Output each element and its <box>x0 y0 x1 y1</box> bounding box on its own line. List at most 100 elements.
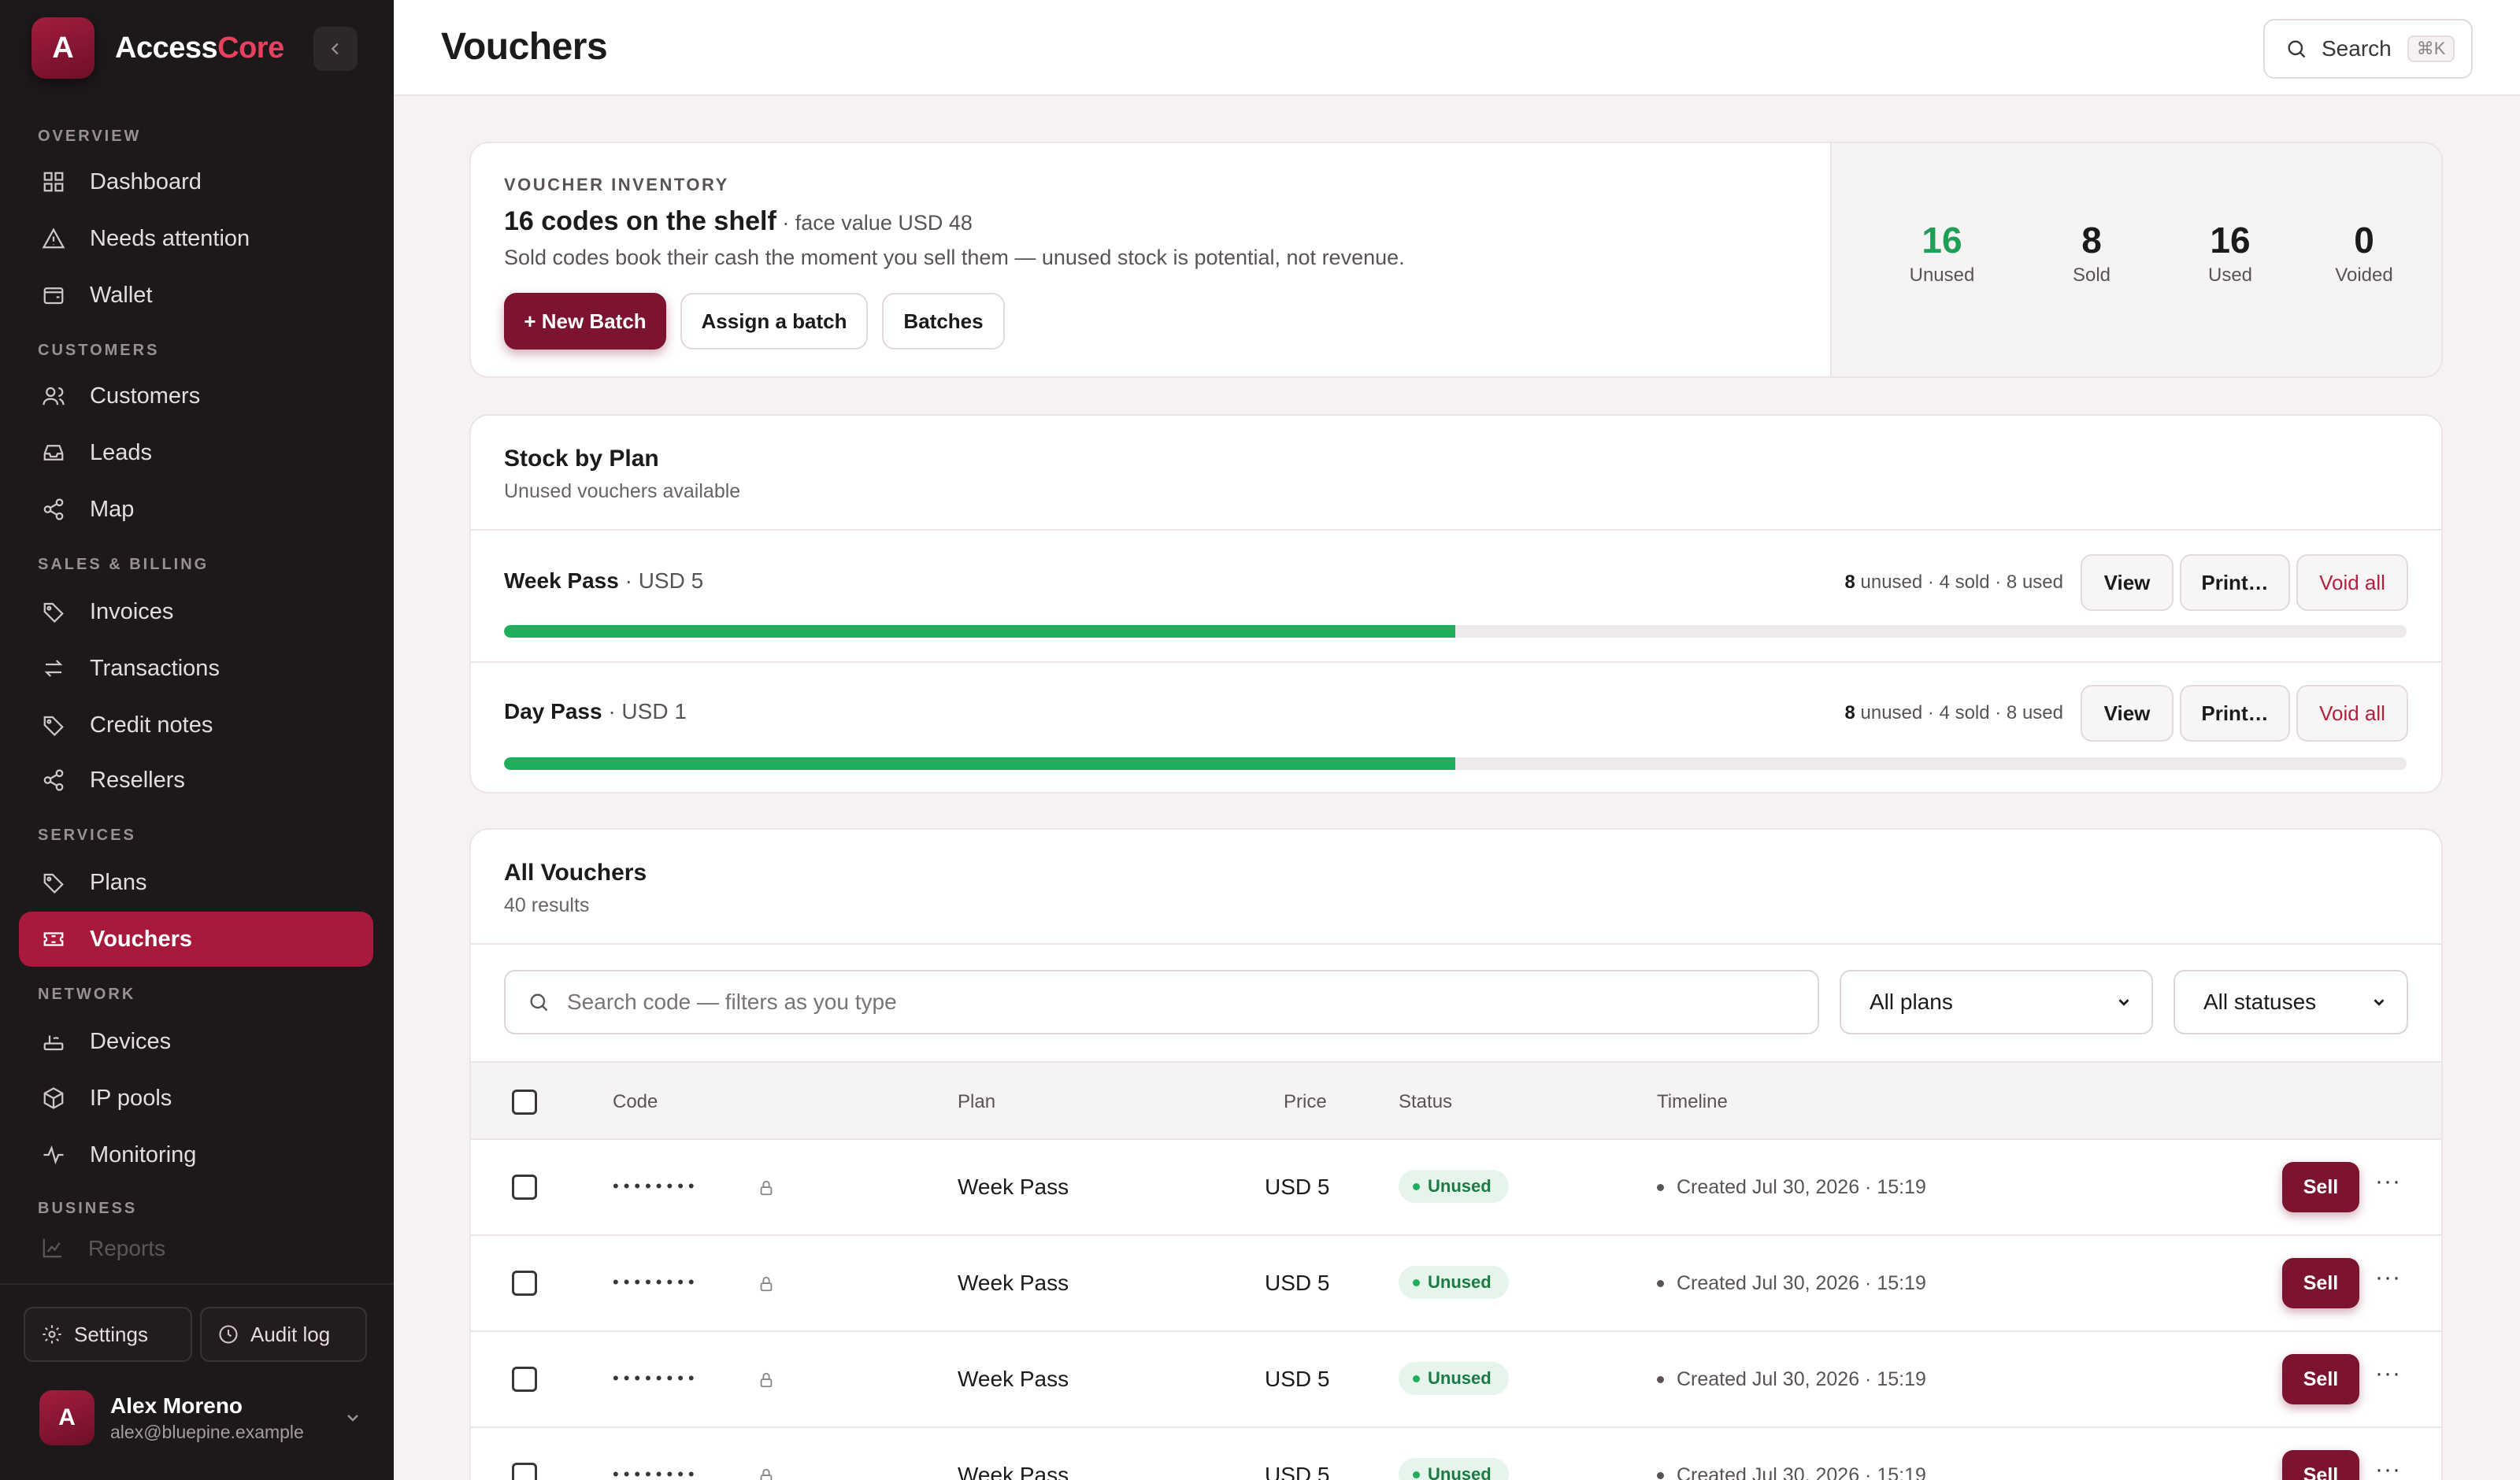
sidebar-item-plans[interactable]: Plans <box>19 855 373 910</box>
assign-batch-button[interactable]: Assign a batch <box>680 293 868 350</box>
column-plan[interactable]: Plan <box>958 1091 995 1113</box>
row-checkbox[interactable] <box>512 1367 537 1392</box>
lock-icon[interactable] <box>758 1179 775 1197</box>
table-row[interactable]: •••••••• Week Pass USD 5 Unused Created … <box>471 1236 2441 1332</box>
nav-section-customers: CUSTOMERS <box>38 342 160 359</box>
plan-stock-bar-fill <box>504 757 1455 770</box>
sidebar-item-label: Dashboard <box>90 168 202 194</box>
search-label: Search <box>2322 36 2392 61</box>
nav-section-overview: OVERVIEW <box>38 128 142 145</box>
search-shortcut: ⌘K <box>2407 35 2455 62</box>
plan-filter-select[interactable]: All plans <box>1840 970 2153 1034</box>
collapse-sidebar-button[interactable] <box>313 27 358 71</box>
audit-log-label: Audit log <box>250 1322 331 1346</box>
clock-icon <box>217 1323 239 1345</box>
voucher-timeline: Created Jul 30, 2026 · 15:19 <box>1657 1368 1926 1391</box>
sidebar-item-wallet[interactable]: Wallet <box>19 268 373 323</box>
global-search-button[interactable]: Search ⌘K <box>2263 19 2473 79</box>
brand-name: AccessCore <box>115 31 284 65</box>
sidebar-item-dashboard[interactable]: Dashboard <box>19 154 373 209</box>
status-filter-select[interactable]: All statuses <box>2174 970 2408 1034</box>
sidebar-item-map[interactable]: Map <box>19 482 373 537</box>
voucher-timeline: Created Jul 30, 2026 · 15:19 <box>1657 1176 1926 1199</box>
new-batch-button[interactable]: + New Batch <box>504 293 666 350</box>
sidebar-item-resellers[interactable]: Resellers <box>19 753 373 808</box>
lock-icon[interactable] <box>758 1275 775 1293</box>
sell-button[interactable]: Sell <box>2282 1450 2359 1480</box>
sidebar-item-reports[interactable]: Reports <box>38 1236 361 1275</box>
sell-button[interactable]: Sell <box>2282 1162 2359 1212</box>
stat-voided: 0 Voided <box>2335 220 2393 286</box>
row-checkbox[interactable] <box>512 1271 537 1296</box>
column-status[interactable]: Status <box>1399 1091 1452 1113</box>
sidebar-item-transactions[interactable]: Transactions <box>19 641 373 696</box>
voucher-timeline: Created Jul 30, 2026 · 15:19 <box>1657 1464 1926 1480</box>
nav-section-network: NETWORK <box>38 986 136 1003</box>
sidebar-item-vouchers[interactable]: Vouchers <box>19 912 373 967</box>
sidebar-item-monitoring[interactable]: Monitoring <box>19 1127 373 1182</box>
plan-filter-value: All plans <box>1870 990 1953 1014</box>
column-code[interactable]: Code <box>613 1091 658 1113</box>
voucher-code-masked: •••••••• <box>613 1272 699 1292</box>
sidebar-item-leads[interactable]: Leads <box>19 425 373 480</box>
table-row[interactable]: •••••••• Week Pass USD 5 Unused Created … <box>471 1428 2441 1480</box>
sidebar-item-label: Resellers <box>90 767 185 793</box>
brand[interactable]: A AccessCore <box>32 17 284 79</box>
column-timeline[interactable]: Timeline <box>1657 1091 1728 1113</box>
table-row[interactable]: •••••••• Week Pass USD 5 Unused Created … <box>471 1140 2441 1236</box>
more-actions-icon[interactable]: ··· <box>2375 1168 2401 1195</box>
plan-void-all-button[interactable]: Void all <box>2296 554 2408 611</box>
chevron-down-icon <box>2374 999 2385 1006</box>
batches-button[interactable]: Batches <box>882 293 1005 350</box>
sidebar-item-label: IP pools <box>90 1085 172 1111</box>
brand-logo: A <box>32 17 94 79</box>
chevron-down-icon <box>2118 999 2129 1006</box>
sidebar-item-invoices[interactable]: Invoices <box>19 584 373 639</box>
select-all-checkbox[interactable] <box>512 1090 537 1115</box>
row-checkbox[interactable] <box>512 1175 537 1200</box>
plan-print-button[interactable]: Print… <box>2180 554 2290 611</box>
tag-icon <box>41 599 66 624</box>
more-actions-icon[interactable]: ··· <box>2375 1456 2401 1480</box>
row-checkbox[interactable] <box>512 1463 537 1480</box>
plan-view-button[interactable]: View <box>2081 685 2174 742</box>
lock-icon[interactable] <box>758 1467 775 1480</box>
plan-view-button[interactable]: View <box>2081 554 2174 611</box>
settings-button[interactable]: Settings <box>24 1307 192 1362</box>
more-actions-icon[interactable]: ··· <box>2375 1264 2401 1291</box>
settings-label: Settings <box>74 1322 148 1346</box>
sidebar-item-credit-notes[interactable]: Credit notes <box>19 697 373 753</box>
sidebar-item-label: Vouchers <box>90 926 193 952</box>
divider <box>471 943 2441 945</box>
inventory-eyebrow: VOUCHER INVENTORY <box>504 175 729 194</box>
inventory-description: Sold codes book their cash the moment yo… <box>504 246 1405 269</box>
column-price[interactable]: Price <box>1284 1091 1327 1113</box>
sidebar-item-label: Reports <box>88 1236 166 1260</box>
user-menu[interactable]: A Alex Moreno alex@bluepine.example <box>39 1390 362 1445</box>
audit-log-button[interactable]: Audit log <box>200 1307 367 1362</box>
plan-print-button[interactable]: Print… <box>2180 685 2290 742</box>
more-actions-icon[interactable]: ··· <box>2375 1360 2401 1387</box>
sidebar-item-label: Credit notes <box>90 712 213 738</box>
nav-section-sales: SALES & BILLING <box>38 556 209 573</box>
lock-icon[interactable] <box>758 1371 775 1389</box>
user-email: alex@bluepine.example <box>110 1421 304 1442</box>
plan-row-name: Week Pass · USD 5 <box>504 568 704 593</box>
voucher-timeline: Created Jul 30, 2026 · 15:19 <box>1657 1272 1926 1295</box>
sidebar-item-needs-attention[interactable]: Needs attention <box>19 211 373 266</box>
sell-button[interactable]: Sell <box>2282 1354 2359 1404</box>
sidebar-item-customers[interactable]: Customers <box>19 368 373 424</box>
stat-sold: 8 Sold <box>2072 220 2111 286</box>
inbox-icon <box>41 440 66 465</box>
sidebar: A AccessCore OVERVIEW Dashboard Needs at… <box>0 0 394 1480</box>
status-badge: Unused <box>1399 1170 1509 1203</box>
divider <box>471 661 2441 663</box>
voucher-search-input[interactable]: Search code — filters as you type <box>504 970 1819 1034</box>
status-badge: Unused <box>1399 1266 1509 1299</box>
voucher-code-masked: •••••••• <box>613 1176 699 1196</box>
plan-void-all-button[interactable]: Void all <box>2296 685 2408 742</box>
table-row[interactable]: •••••••• Week Pass USD 5 Unused Created … <box>471 1332 2441 1428</box>
sidebar-item-devices[interactable]: Devices <box>19 1014 373 1069</box>
sidebar-item-ip-pools[interactable]: IP pools <box>19 1071 373 1126</box>
sell-button[interactable]: Sell <box>2282 1258 2359 1308</box>
